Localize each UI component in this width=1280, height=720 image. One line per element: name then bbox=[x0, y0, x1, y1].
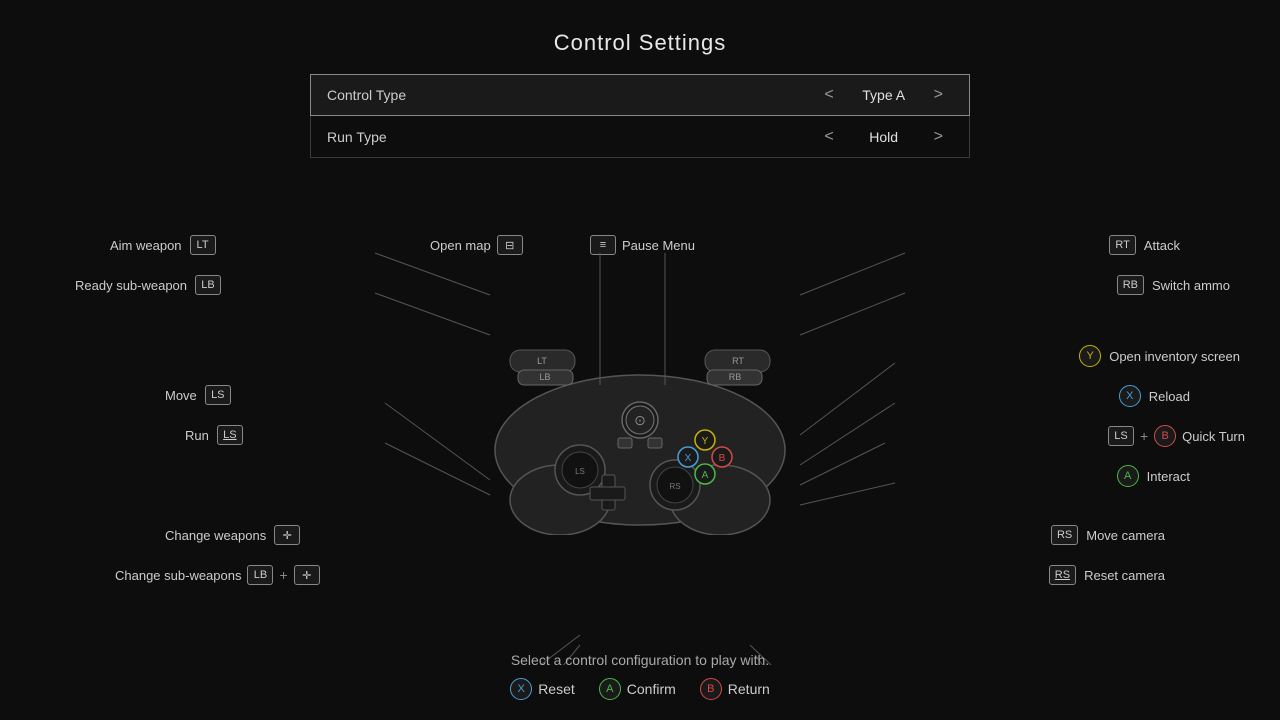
move-badge: LS bbox=[205, 385, 231, 405]
interact-text: Interact bbox=[1147, 469, 1190, 484]
reset-camera-label: RS Reset camera bbox=[1049, 565, 1165, 585]
move-camera-text: Move camera bbox=[1086, 528, 1165, 543]
reset-label: Reset bbox=[538, 681, 575, 697]
controller-area: Y B A X ⊙ LT RT LB RB LS RS Aim weapon L… bbox=[0, 185, 1280, 665]
control-type-right-arrow[interactable]: > bbox=[924, 86, 953, 104]
run-type-left-arrow[interactable]: < bbox=[814, 128, 843, 146]
pause-menu-text: Pause Menu bbox=[622, 238, 695, 253]
control-type-left-arrow[interactable]: < bbox=[814, 86, 843, 104]
move-camera-label: RS Move camera bbox=[1051, 525, 1165, 545]
quick-turn-b-badge: B bbox=[1154, 425, 1176, 447]
move-label: Move LS bbox=[165, 385, 231, 405]
move-text: Move bbox=[165, 388, 197, 403]
run-badge: LS̲ bbox=[217, 425, 243, 445]
quick-turn-label: LS + B Quick Turn bbox=[1108, 425, 1245, 447]
aim-weapon-text: Aim weapon bbox=[110, 238, 182, 253]
confirm-label: Confirm bbox=[627, 681, 676, 697]
svg-text:⊙: ⊙ bbox=[634, 412, 646, 428]
open-inventory-text: Open inventory screen bbox=[1109, 349, 1240, 364]
pause-menu-label: ≡ Pause Menu bbox=[590, 235, 695, 255]
svg-text:LS: LS bbox=[575, 467, 585, 476]
run-label: Run LS̲ bbox=[185, 425, 243, 445]
interact-badge: A bbox=[1117, 465, 1139, 487]
svg-text:B: B bbox=[719, 453, 726, 464]
switch-ammo-badge: RB bbox=[1117, 275, 1144, 295]
page-title: Control Settings bbox=[0, 0, 1280, 56]
reload-label: X Reload bbox=[1119, 385, 1190, 407]
svg-text:A: A bbox=[702, 470, 709, 481]
attack-badge: RT bbox=[1109, 235, 1135, 255]
controller-image: Y B A X ⊙ LT RT LB RB LS RS bbox=[480, 315, 800, 535]
settings-area: Control Type < Type A > Run Type < Hold … bbox=[0, 74, 1280, 158]
aim-weapon-label: Aim weapon LT bbox=[110, 235, 216, 255]
run-text: Run bbox=[185, 428, 209, 443]
change-sub-weapons-lb-badge: LB bbox=[247, 565, 273, 585]
change-sub-weapons-dpad-badge: ✛ bbox=[294, 565, 320, 585]
switch-ammo-text: Switch ammo bbox=[1152, 278, 1230, 293]
return-label: Return bbox=[728, 681, 770, 697]
svg-text:RS: RS bbox=[669, 482, 680, 491]
ready-sub-weapon-badge: LB bbox=[195, 275, 221, 295]
svg-text:Y: Y bbox=[702, 436, 709, 447]
quick-turn-ls-badge: LS bbox=[1108, 426, 1134, 446]
run-type-value: Hold bbox=[844, 129, 924, 145]
action-buttons: X Reset A Confirm B Return bbox=[510, 678, 770, 700]
open-map-text: Open map bbox=[430, 238, 491, 253]
change-sub-weapons-label: Change sub-weapons LB + ✛ bbox=[115, 565, 320, 585]
pause-menu-badge: ≡ bbox=[590, 235, 616, 255]
control-type-label: Control Type bbox=[327, 87, 814, 103]
change-weapons-text: Change weapons bbox=[165, 528, 266, 543]
confirm-badge: A bbox=[599, 678, 621, 700]
attack-label: RT Attack bbox=[1109, 235, 1180, 255]
svg-text:LB: LB bbox=[539, 372, 550, 382]
svg-text:X: X bbox=[685, 453, 692, 464]
reset-camera-text: Reset camera bbox=[1084, 568, 1165, 583]
interact-label: A Interact bbox=[1117, 465, 1190, 487]
run-type-row[interactable]: Run Type < Hold > bbox=[310, 116, 970, 158]
aim-weapon-badge: LT bbox=[190, 235, 216, 255]
reload-badge: X bbox=[1119, 385, 1141, 407]
change-sub-weapons-text: Change sub-weapons bbox=[115, 568, 241, 583]
quick-turn-text: Quick Turn bbox=[1182, 429, 1245, 444]
confirm-action-btn[interactable]: A Confirm bbox=[599, 678, 676, 700]
open-inventory-badge: Y bbox=[1079, 345, 1101, 367]
reset-camera-badge: RS bbox=[1049, 565, 1076, 585]
run-type-label: Run Type bbox=[327, 129, 814, 145]
reset-action-btn[interactable]: X Reset bbox=[510, 678, 575, 700]
bottom-bar: Select a control configuration to play w… bbox=[0, 652, 1280, 700]
hint-text: Select a control configuration to play w… bbox=[511, 652, 769, 668]
open-inventory-label: Y Open inventory screen bbox=[1079, 345, 1240, 367]
return-action-btn[interactable]: B Return bbox=[700, 678, 770, 700]
open-map-badge: ⊟ bbox=[497, 235, 523, 255]
svg-text:LT: LT bbox=[537, 356, 547, 366]
svg-text:RB: RB bbox=[729, 372, 742, 382]
move-camera-badge: RS bbox=[1051, 525, 1078, 545]
switch-ammo-label: RB Switch ammo bbox=[1117, 275, 1230, 295]
ready-sub-weapon-text: Ready sub-weapon bbox=[75, 278, 187, 293]
control-type-row[interactable]: Control Type < Type A > bbox=[310, 74, 970, 116]
control-type-value: Type A bbox=[844, 87, 924, 103]
reset-badge: X bbox=[510, 678, 532, 700]
ready-sub-weapon-label: Ready sub-weapon LB bbox=[75, 275, 221, 295]
attack-text: Attack bbox=[1144, 238, 1180, 253]
open-map-label: Open map ⊟ bbox=[430, 235, 523, 255]
reload-text: Reload bbox=[1149, 389, 1190, 404]
change-weapons-label: Change weapons ✛ bbox=[165, 525, 300, 545]
svg-text:RT: RT bbox=[732, 356, 744, 366]
change-weapons-badge: ✛ bbox=[274, 525, 300, 545]
run-type-right-arrow[interactable]: > bbox=[924, 128, 953, 146]
return-badge: B bbox=[700, 678, 722, 700]
